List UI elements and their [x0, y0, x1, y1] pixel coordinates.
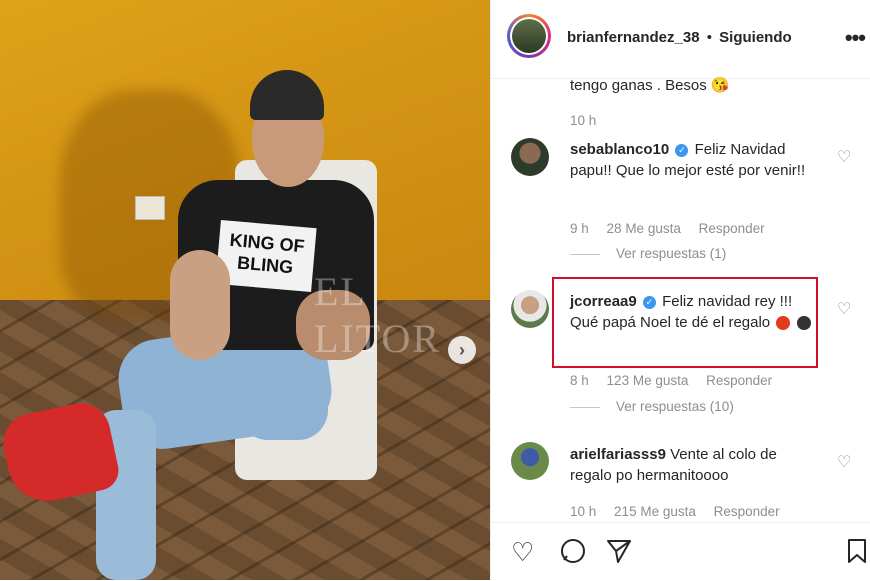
action-bar: ♡: [491, 522, 870, 581]
prev-comment-text: tengo ganas . Besos 😘: [570, 77, 730, 94]
comment-1: sebablanco10 ✓ Feliz Navidad papu!! Que …: [570, 139, 810, 181]
like-icon[interactable]: ♡: [511, 537, 534, 568]
comment-3: arielfariasss9 Vente al colo de regalo p…: [570, 444, 815, 486]
comment-1-view-replies-label: Ver respuestas (1): [616, 246, 727, 261]
chevron-right-icon: ›: [459, 339, 465, 360]
comments-panel: brianfernandez_38 • Siguiendo ••• tengo …: [490, 0, 870, 580]
comment-3-username[interactable]: arielfariasss9: [570, 446, 666, 463]
comment-2-meta: 8 h 123 Me gusta Responder: [570, 373, 786, 388]
comment-1-reply[interactable]: Responder: [699, 221, 765, 236]
comment-1-likes[interactable]: 28 Me gusta: [607, 221, 681, 236]
comment-2-time: 8 h: [570, 373, 589, 388]
photo-jeans-knee: [238, 360, 328, 440]
next-photo-button[interactable]: ›: [448, 336, 476, 364]
avatar-arielfariasss9[interactable]: [511, 442, 549, 480]
comment-2-likes[interactable]: 123 Me gusta: [607, 373, 689, 388]
comment-2-view-replies[interactable]: Ver respuestas (10): [570, 399, 734, 414]
comment-1-username[interactable]: sebablanco10: [570, 141, 669, 158]
comment-1-view-replies[interactable]: Ver respuestas (1): [570, 246, 726, 261]
replies-line: [570, 253, 600, 255]
header-username-line: brianfernandez_38 • Siguiendo: [567, 29, 792, 46]
like-heart-icon[interactable]: ♡: [837, 147, 851, 167]
header-username[interactable]: brianfernandez_38: [567, 29, 700, 46]
like-heart-icon[interactable]: ♡: [837, 299, 851, 319]
comment-1-meta: 9 h 28 Me gusta Responder: [570, 221, 779, 236]
comment-2-reply[interactable]: Responder: [706, 373, 772, 388]
shirt-print: KING OF BLING: [215, 219, 317, 293]
bookmark-icon[interactable]: [846, 537, 868, 572]
comment-bubble-svg: [561, 539, 585, 563]
prev-comment-time: 10 h: [570, 113, 610, 128]
avatar: [512, 19, 546, 53]
share-plane-svg: [607, 540, 631, 563]
comment-icon[interactable]: [559, 537, 587, 572]
story-ring[interactable]: [507, 14, 551, 58]
ring-inner: [510, 17, 548, 55]
header-separator: •: [706, 29, 712, 46]
comment-3-reply[interactable]: Responder: [714, 504, 780, 519]
comment-3-meta: 10 h 215 Me gusta Responder: [570, 504, 794, 519]
replies-line: [570, 406, 600, 408]
post-photo: KING OF BLING EL LITOR ›: [0, 0, 490, 580]
photo-arm-left: [170, 250, 230, 360]
wall-outlet: [135, 196, 165, 220]
comment-3-time: 10 h: [570, 504, 597, 519]
comment-2-view-replies-label: Ver respuestas (10): [616, 399, 734, 414]
follow-status[interactable]: Siguiendo: [719, 29, 792, 46]
bookmark-svg: [848, 539, 866, 563]
avatar-sebablanco10[interactable]: [511, 138, 549, 176]
verified-badge-icon: ✓: [675, 143, 689, 157]
like-heart-icon[interactable]: ♡: [837, 452, 851, 472]
share-icon[interactable]: [605, 537, 633, 572]
comment-1-time: 9 h: [570, 221, 589, 236]
post-header: brianfernandez_38 • Siguiendo •••: [491, 0, 870, 79]
more-dots-icon[interactable]: •••: [845, 25, 866, 51]
prev-time: 10 h: [570, 113, 597, 128]
comment-3-likes[interactable]: 215 Me gusta: [614, 504, 696, 519]
avatar-jcorreaa9[interactable]: [511, 290, 549, 328]
highlight-box: [552, 277, 818, 368]
